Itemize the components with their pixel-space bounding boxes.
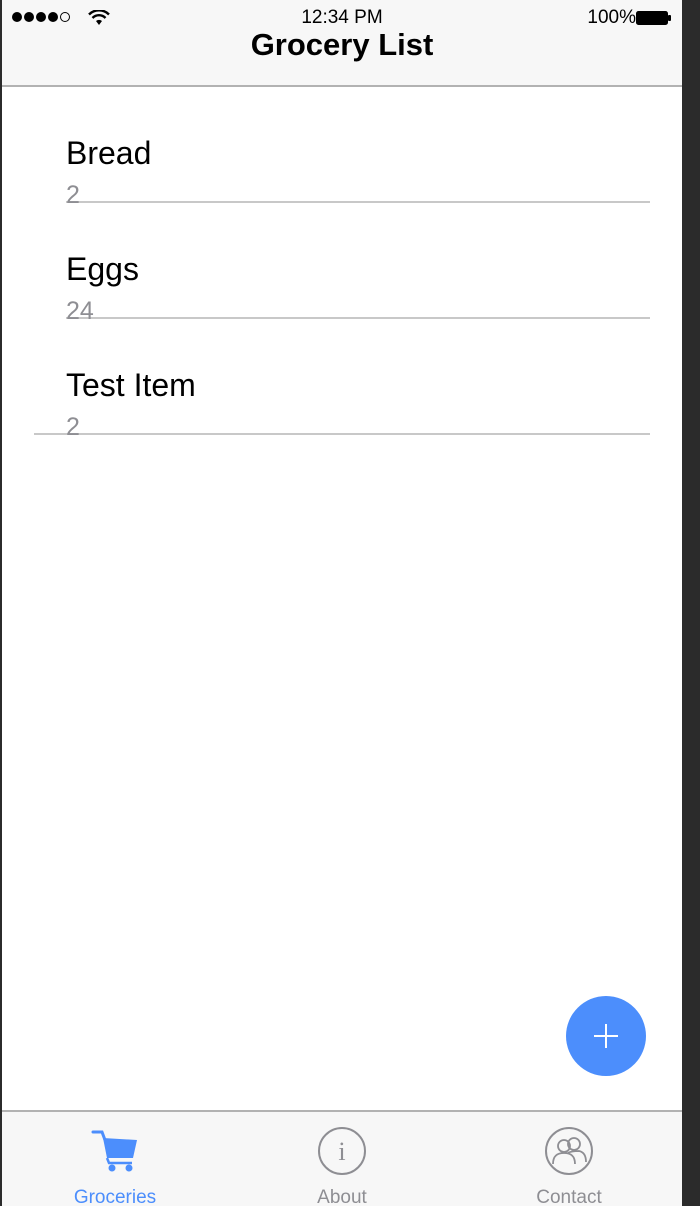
item-name: Bread	[66, 135, 152, 171]
tab-contact[interactable]: Contact	[456, 1112, 682, 1206]
svg-text:i: i	[338, 1137, 345, 1166]
list-item-eggs[interactable]: Eggs 24	[66, 203, 650, 324]
tab-groceries[interactable]: Groceries	[2, 1112, 228, 1206]
list-item-test-item[interactable]: Test Item 2	[34, 319, 650, 440]
tab-about[interactable]: i About	[229, 1112, 455, 1206]
cart-icon	[91, 1130, 137, 1172]
navigation-bar: 12:34 PM 100% Grocery List	[2, 0, 682, 87]
page-title: Grocery List	[250, 27, 434, 62]
plus-icon	[594, 1024, 618, 1048]
battery-icon	[636, 11, 671, 25]
add-item-button[interactable]	[566, 996, 646, 1076]
phone-screen: 12:34 PM 100% Grocery List Bread 2 Eggs …	[2, 0, 682, 1206]
tab-bar: Groceries i About Contact	[2, 1110, 682, 1206]
tab-label: Groceries	[73, 1187, 157, 1206]
battery-percent: 100%	[587, 7, 636, 28]
item-quantity: 2	[66, 413, 80, 441]
item-name: Eggs	[66, 251, 139, 287]
tab-label: Contact	[536, 1187, 602, 1206]
info-icon: i	[318, 1127, 366, 1175]
list-item-bread[interactable]: Bread 2	[66, 87, 650, 208]
status-time: 12:34 PM	[301, 7, 383, 28]
item-name: Test Item	[66, 367, 196, 403]
tab-label: About	[317, 1187, 367, 1206]
contact-icon	[545, 1127, 593, 1175]
